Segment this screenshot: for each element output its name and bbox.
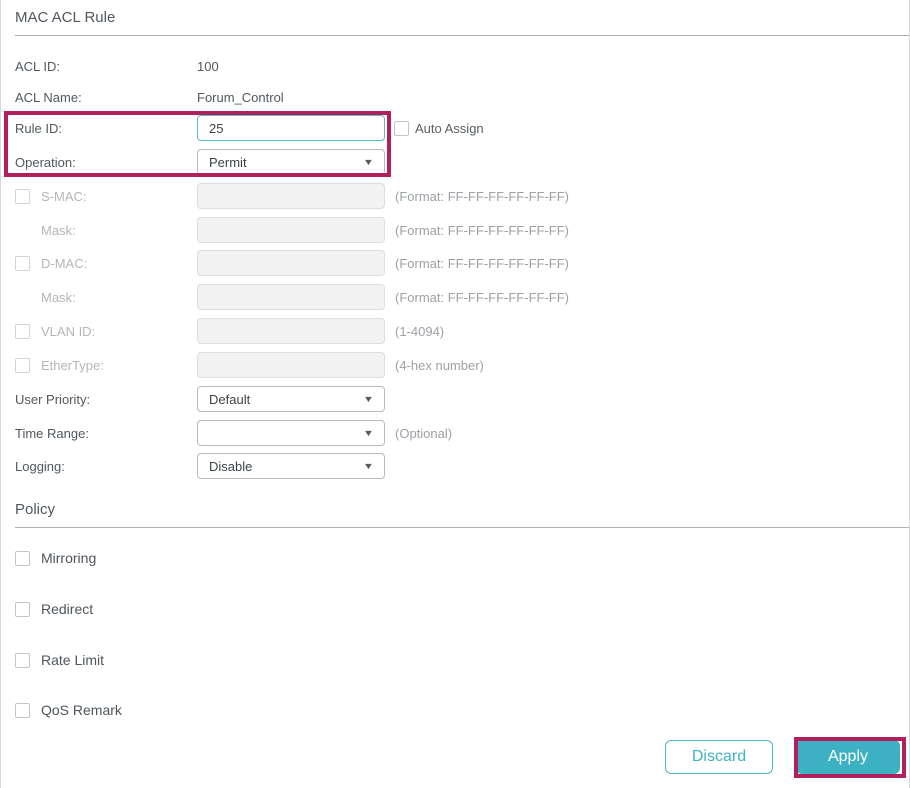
time-range-row: Time Range: ▼ (Optional): [15, 420, 895, 446]
vlan-id-row: VLAN ID: (1-4094): [15, 318, 895, 344]
mirroring-checkbox[interactable]: [15, 550, 30, 566]
logging-select[interactable]: Disable ▼: [197, 453, 385, 479]
dmac-mask-hint: (Format: FF-FF-FF-FF-FF-FF): [395, 289, 569, 305]
ethertype-row: EtherType: (4-hex number): [15, 352, 895, 378]
ethertype-hint: (4-hex number): [395, 357, 484, 373]
qos-remark-label: QoS Remark: [41, 702, 122, 718]
dmac-mask-label: Mask:: [41, 289, 76, 305]
rate-limit-row: Rate Limit: [15, 647, 895, 673]
time-range-label: Time Range:: [15, 425, 89, 441]
vlan-id-label: VLAN ID:: [41, 323, 96, 339]
acl-id-row: ACL ID: 100: [15, 53, 895, 79]
dmac-row: D-MAC: (Format: FF-FF-FF-FF-FF-FF): [15, 250, 895, 276]
dmac-input[interactable]: [197, 250, 385, 276]
dmac-hint: (Format: FF-FF-FF-FF-FF-FF): [395, 255, 569, 271]
user-priority-row: User Priority: Default ▼: [15, 386, 895, 412]
smac-hint: (Format: FF-FF-FF-FF-FF-FF): [395, 188, 569, 204]
smac-mask-row: Mask: (Format: FF-FF-FF-FF-FF-FF): [15, 217, 895, 243]
rule-id-label: Rule ID:: [15, 120, 62, 136]
acl-id-value: 100: [197, 58, 219, 74]
mirroring-row: Mirroring: [15, 545, 895, 571]
dmac-mask-row: Mask: (Format: FF-FF-FF-FF-FF-FF): [15, 284, 895, 310]
rule-id-row: Rule ID: Auto Assign: [15, 115, 895, 141]
user-priority-select[interactable]: Default ▼: [197, 386, 385, 412]
rate-limit-checkbox[interactable]: [15, 652, 30, 668]
time-range-select[interactable]: ▼: [197, 420, 385, 446]
qos-remark-checkbox[interactable]: [15, 702, 30, 718]
acl-name-value: Forum_Control: [197, 89, 284, 105]
auto-assign-checkbox[interactable]: [394, 120, 409, 136]
vlan-id-checkbox[interactable]: [15, 323, 30, 339]
acl-name-row: ACL Name: Forum_Control: [15, 84, 895, 110]
vlan-id-input[interactable]: [197, 318, 385, 344]
logging-select-value: Disable: [209, 458, 253, 474]
logging-label: Logging:: [15, 458, 65, 474]
mirroring-label: Mirroring: [41, 550, 97, 566]
redirect-row: Redirect: [15, 596, 895, 622]
smac-mask-hint: (Format: FF-FF-FF-FF-FF-FF): [395, 222, 569, 238]
dropdown-arrow-icon: ▼: [362, 157, 375, 167]
dropdown-arrow-icon: ▼: [362, 394, 375, 404]
smac-mask-label: Mask:: [41, 222, 76, 238]
ethertype-label: EtherType:: [41, 357, 104, 373]
redirect-label: Redirect: [41, 601, 94, 617]
operation-label: Operation:: [15, 154, 76, 170]
smac-row: S-MAC: (Format: FF-FF-FF-FF-FF-FF): [15, 183, 895, 209]
dmac-mask-input[interactable]: [197, 284, 385, 310]
dropdown-arrow-icon: ▼: [362, 428, 375, 438]
policy-divider: [15, 527, 909, 528]
smac-label: S-MAC:: [41, 188, 87, 204]
ethertype-input[interactable]: [197, 352, 385, 378]
operation-select-value: Permit: [209, 154, 247, 170]
apply-button[interactable]: Apply: [796, 740, 900, 774]
mac-acl-rule-page: MAC ACL Rule ACL ID: 100 ACL Name: Forum…: [0, 0, 910, 788]
acl-id-label: ACL ID:: [15, 58, 61, 74]
operation-row: Operation: Permit ▼: [15, 149, 895, 175]
smac-mask-input[interactable]: [197, 217, 385, 243]
redirect-checkbox[interactable]: [15, 601, 30, 617]
operation-select[interactable]: Permit ▼: [197, 149, 385, 175]
qos-remark-row: QoS Remark: [15, 697, 895, 723]
auto-assign-label: Auto Assign: [415, 120, 484, 136]
discard-button[interactable]: Discard: [665, 740, 773, 774]
vlan-id-hint: (1-4094): [395, 323, 445, 339]
page-title: MAC ACL Rule: [15, 9, 116, 26]
time-range-hint: (Optional): [395, 425, 453, 441]
footer-actions: Discard Apply: [665, 740, 900, 774]
smac-checkbox[interactable]: [15, 188, 30, 204]
ethertype-checkbox[interactable]: [15, 357, 30, 373]
smac-input[interactable]: [197, 183, 385, 209]
title-divider: [15, 35, 909, 36]
rule-id-input[interactable]: [197, 115, 385, 141]
rate-limit-label: Rate Limit: [41, 652, 105, 668]
dropdown-arrow-icon: ▼: [362, 461, 375, 471]
user-priority-label: User Priority:: [15, 391, 91, 407]
acl-name-label: ACL Name:: [15, 89, 82, 105]
dmac-label: D-MAC:: [41, 255, 88, 271]
dmac-checkbox[interactable]: [15, 255, 30, 271]
user-priority-select-value: Default: [209, 391, 251, 407]
logging-row: Logging: Disable ▼: [15, 453, 895, 479]
policy-section-title: Policy: [15, 501, 56, 518]
